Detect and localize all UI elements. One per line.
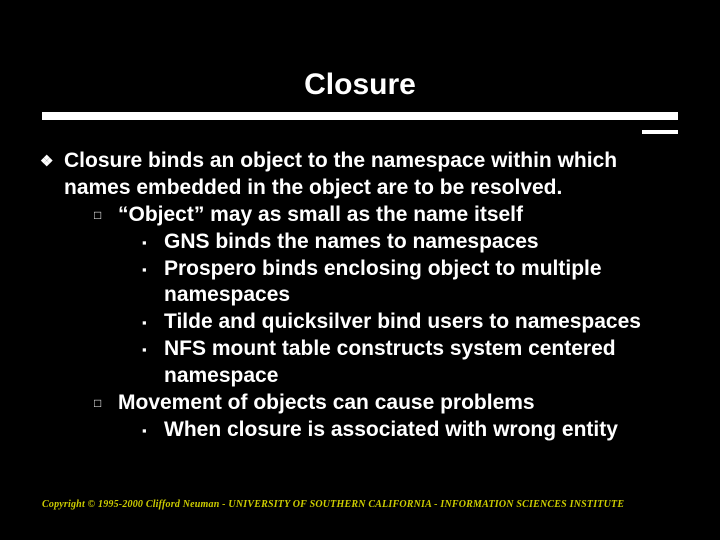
- bullet-level3: ▪GNS binds the names to namespaces: [40, 229, 680, 256]
- bullet-level3: ▪Prospero binds enclosing object to mult…: [40, 256, 680, 310]
- text-line: Prospero binds enclosing object to multi…: [164, 257, 602, 307]
- underline-stub: [642, 130, 678, 134]
- filled-square-bullet-icon: ▪: [142, 342, 164, 359]
- bullet-level3: ▪Tilde and quicksilver bind users to nam…: [40, 309, 680, 336]
- text-line: NFS mount table constructs system center…: [164, 337, 616, 387]
- diamond-bullet-icon: ❖: [40, 152, 64, 171]
- bullet-level1: ❖Closure binds an object to the namespac…: [40, 148, 680, 202]
- filled-square-bullet-icon: ▪: [142, 235, 164, 252]
- text-line: Closure binds an object to the namespace…: [64, 149, 617, 199]
- bullet-level3: ▪When closure is associated with wrong e…: [40, 417, 680, 444]
- underline-main: [42, 112, 678, 120]
- bullet-level2: □“Object” may as small as the name itsel…: [40, 202, 680, 229]
- title-underline: [42, 112, 678, 120]
- hollow-square-bullet-icon: □: [94, 396, 118, 411]
- text-line: When closure is associated with wrong en…: [164, 418, 618, 441]
- text-line: Movement of objects can cause problems: [118, 391, 535, 414]
- hollow-square-bullet-icon: □: [94, 208, 118, 223]
- filled-square-bullet-icon: ▪: [142, 262, 164, 279]
- slide: Closure ❖Closure binds an object to the …: [0, 0, 720, 540]
- bullet-level2: □Movement of objects can cause problems: [40, 390, 680, 417]
- copyright-footer: Copyright © 1995-2000 Clifford Neuman - …: [42, 499, 624, 510]
- slide-body: ❖Closure binds an object to the namespac…: [0, 120, 720, 444]
- filled-square-bullet-icon: ▪: [142, 315, 164, 332]
- bullet-level3: ▪NFS mount table constructs system cente…: [40, 336, 680, 390]
- slide-title: Closure: [304, 68, 416, 108]
- text-line: Tilde and quicksilver bind users to name…: [164, 310, 641, 333]
- title-area: Closure: [0, 0, 720, 120]
- filled-square-bullet-icon: ▪: [142, 423, 164, 440]
- text-line: “Object” may as small as the name itself: [118, 203, 523, 226]
- text-line: GNS binds the names to namespaces: [164, 230, 539, 253]
